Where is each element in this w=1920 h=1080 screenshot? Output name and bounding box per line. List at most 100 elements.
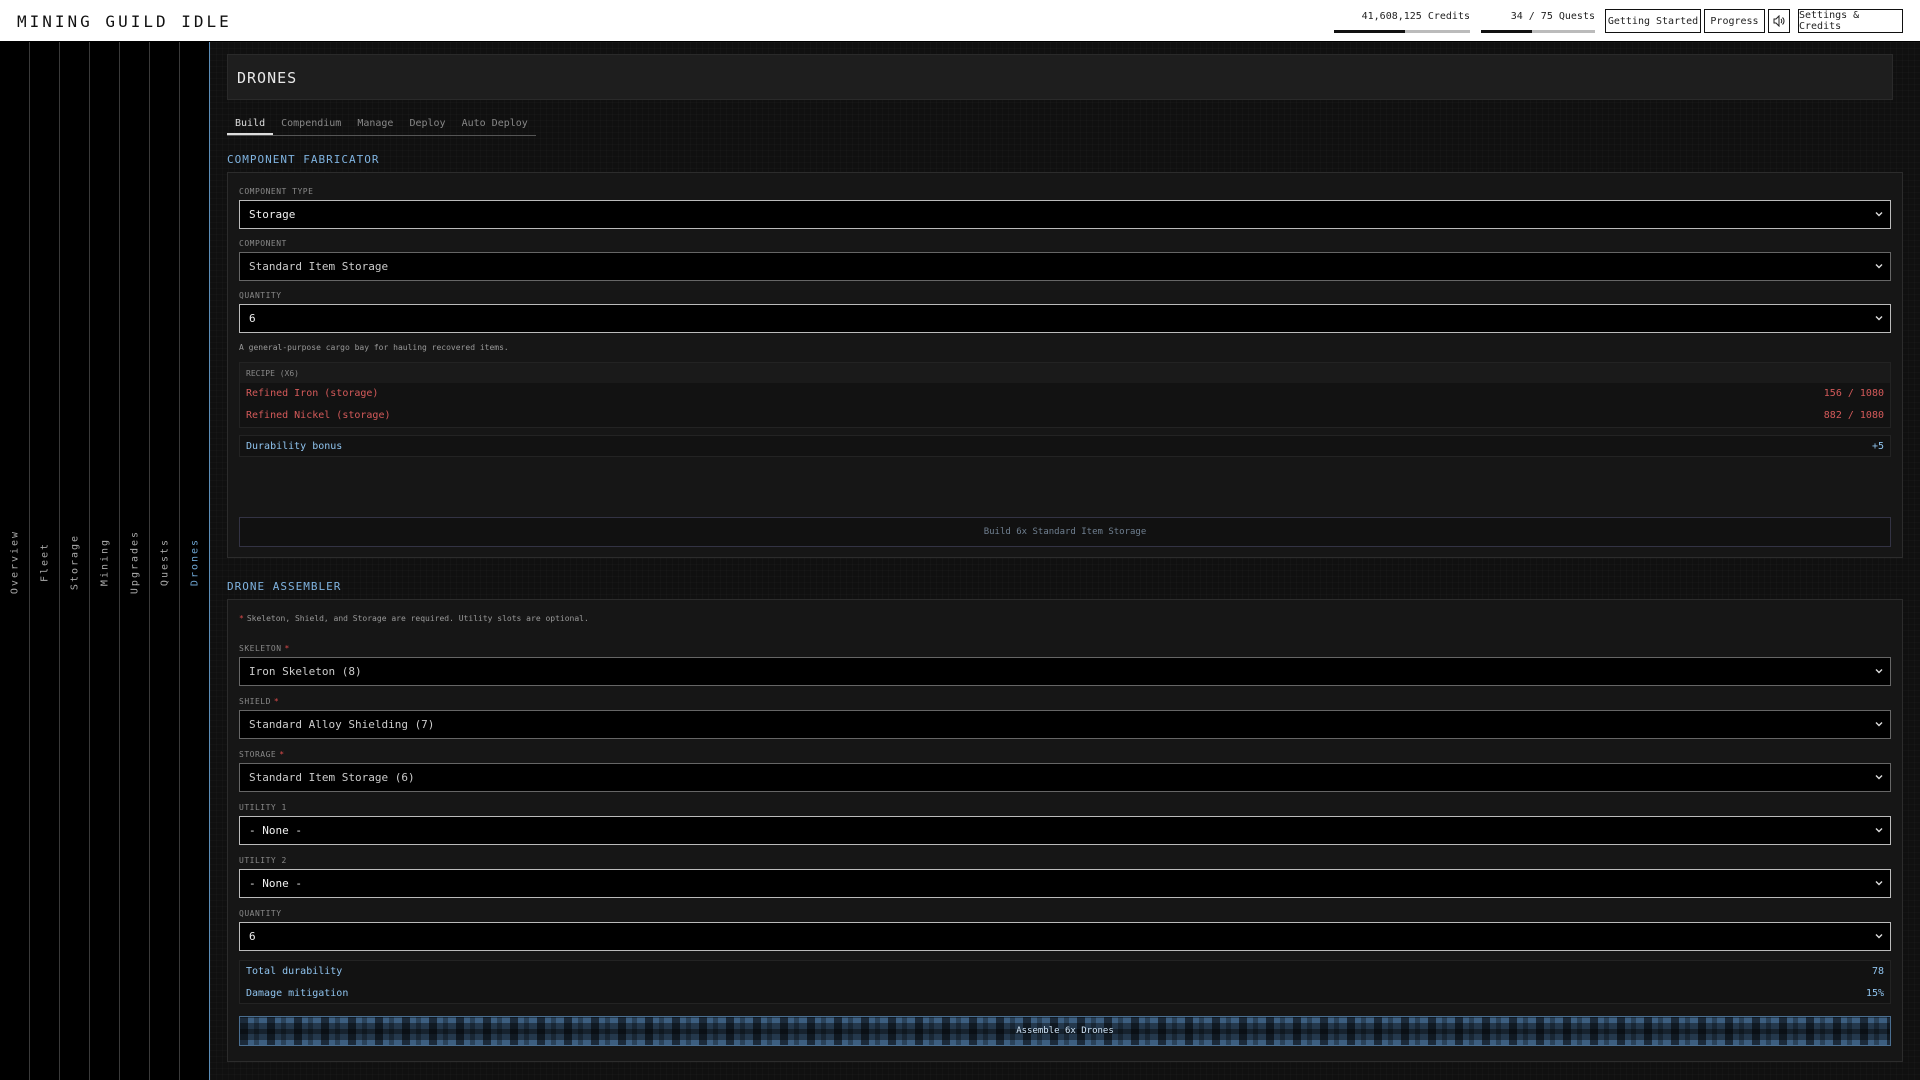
- quests-bar-fill: [1481, 30, 1533, 33]
- utility1-label: UTILITY 1: [239, 803, 287, 812]
- chevron-down-icon: [1875, 881, 1883, 886]
- sidebar-item-label: Mining: [99, 537, 110, 587]
- stat-row: Damage mitigation 15%: [240, 983, 1890, 1005]
- sidebar-item-label: Fleet: [39, 541, 50, 583]
- assemble-button[interactable]: Assemble 6x Drones: [239, 1016, 1891, 1046]
- component-select[interactable]: Standard Item Storage: [239, 252, 1891, 281]
- quantity-label: QUANTITY: [239, 291, 282, 300]
- component-type-value: Storage: [249, 208, 296, 221]
- progress-button[interactable]: Progress: [1704, 9, 1765, 33]
- settings-button[interactable]: Settings & Credits: [1798, 9, 1903, 33]
- required-note: * Skeleton, Shield, and Storage are requi…: [239, 614, 589, 623]
- stat-value: 15%: [1865, 988, 1884, 999]
- sidebar-item-storage[interactable]: Storage: [60, 42, 90, 1080]
- utility1-value: - None -: [249, 824, 302, 837]
- credits-bar-fill: [1334, 30, 1405, 33]
- skeleton-label: SKELETON *: [239, 644, 290, 653]
- chevron-down-icon: [1875, 775, 1883, 780]
- getting-started-button[interactable]: Getting Started: [1605, 9, 1701, 33]
- recipe-name: Refined Nickel (storage): [246, 410, 391, 421]
- bonus-label: Durability bonus: [246, 441, 343, 452]
- required-note-text: Skeleton, Shield, and Storage are requir…: [246, 614, 589, 623]
- chevron-down-icon: [1875, 934, 1883, 939]
- build-button[interactable]: Build 6x Standard Item Storage: [239, 517, 1891, 547]
- chevron-down-icon: [1875, 669, 1883, 674]
- sidebar-item-label: Upgrades: [129, 529, 140, 595]
- shield-value: Standard Alloy Shielding (7): [249, 718, 435, 731]
- stat-label: Damage mitigation: [246, 988, 349, 999]
- storage-select[interactable]: Standard Item Storage (6): [239, 763, 1891, 792]
- component-type-label: COMPONENT TYPE: [239, 187, 314, 196]
- tab-auto-deploy[interactable]: Auto Deploy: [454, 118, 536, 135]
- chevron-down-icon: [1875, 212, 1883, 217]
- chevron-down-icon: [1875, 722, 1883, 727]
- page-title: DRONES: [237, 69, 298, 87]
- tab-manage[interactable]: Manage: [349, 118, 401, 135]
- tab-compendium[interactable]: Compendium: [273, 118, 349, 135]
- quests-meter: 34 / 75 Quests: [1481, 11, 1595, 33]
- skeleton-value: Iron Skeleton (8): [249, 665, 362, 678]
- speaker-icon: [1773, 15, 1785, 27]
- sidebar-item-label: Overview: [9, 529, 20, 595]
- utility2-value: - None -: [249, 877, 302, 890]
- credits-text: 41,608,125 Credits: [1361, 11, 1470, 22]
- sound-button[interactable]: [1768, 9, 1790, 33]
- tab-deploy[interactable]: Deploy: [401, 118, 453, 135]
- recipe-box: RECIPE (X6) Refined Iron (storage) 156 /…: [239, 362, 1891, 428]
- recipe-row: Refined Iron (storage) 156 / 1080: [240, 383, 1890, 405]
- sidebar-item-upgrades[interactable]: Upgrades: [120, 42, 150, 1080]
- sidebar-item-mining[interactable]: Mining: [90, 42, 120, 1080]
- tab-build[interactable]: Build: [227, 118, 274, 135]
- recipe-amount: 156 / 1080: [1823, 388, 1884, 399]
- required-mark: *: [239, 614, 244, 623]
- storage-label: STORAGE *: [239, 750, 285, 759]
- chevron-down-icon: [1875, 828, 1883, 833]
- recipe-header: RECIPE (X6): [240, 363, 1890, 383]
- quests-text: 34 / 75 Quests: [1510, 11, 1595, 22]
- sidebar-item-overview[interactable]: Overview: [0, 42, 30, 1080]
- tab-bar: Build Compendium Manage Deploy Auto Depl…: [227, 118, 536, 136]
- credits-bar: [1334, 30, 1470, 33]
- page-header: DRONES: [227, 54, 1893, 100]
- quests-bar: [1481, 30, 1595, 33]
- component-value: Standard Item Storage: [249, 260, 389, 273]
- sidebar-item-label: Storage: [69, 533, 80, 591]
- stat-label: Total durability: [246, 966, 343, 977]
- component-type-select[interactable]: Storage: [239, 200, 1891, 229]
- main-content: DRONES Build Compendium Manage Deploy Au…: [210, 42, 1920, 1080]
- recipe-row: Refined Nickel (storage) 882 / 1080: [240, 405, 1890, 427]
- assembler-panel: * Skeleton, Shield, and Storage are requi…: [227, 599, 1903, 1062]
- recipe-amount: 882 / 1080: [1823, 410, 1884, 421]
- sidebar-item-fleet[interactable]: Fleet: [30, 42, 60, 1080]
- top-bar: MINING GUILD IDLE 41,608,125 Credits 34 …: [0, 0, 1920, 42]
- durability-bonus-box: Durability bonus +5: [239, 435, 1891, 457]
- shield-select[interactable]: Standard Alloy Shielding (7): [239, 710, 1891, 739]
- app-title: MINING GUILD IDLE: [17, 12, 232, 31]
- stat-value: 78: [1871, 966, 1884, 977]
- component-label: COMPONENT: [239, 239, 287, 248]
- chevron-down-icon: [1875, 264, 1883, 269]
- assembler-quantity-value: 6: [249, 930, 256, 943]
- sidebar-item-quests[interactable]: Quests: [150, 42, 180, 1080]
- utility1-select[interactable]: - None -: [239, 816, 1891, 845]
- fabricator-title: COMPONENT FABRICATOR: [227, 153, 380, 166]
- quantity-value: 6: [249, 312, 256, 325]
- fabricator-panel: COMPONENT TYPE Storage COMPONENT Standar…: [227, 172, 1903, 558]
- utility2-label: UTILITY 2: [239, 856, 287, 865]
- drone-stats-box: Total durability 78 Damage mitigation 15…: [239, 960, 1891, 1004]
- assembler-title: DRONE ASSEMBLER: [227, 580, 342, 593]
- chevron-down-icon: [1875, 316, 1883, 321]
- credits-meter: 41,608,125 Credits: [1334, 11, 1470, 33]
- sidebar-item-label: Drones: [189, 537, 200, 587]
- skeleton-select[interactable]: Iron Skeleton (8): [239, 657, 1891, 686]
- utility2-select[interactable]: - None -: [239, 869, 1891, 898]
- sidebar-item-drones[interactable]: Drones: [180, 42, 210, 1080]
- stat-row: Total durability 78: [240, 961, 1890, 983]
- sidebar-nav: Overview Fleet Storage Mining Upgrades Q…: [0, 42, 210, 1080]
- recipe-name: Refined Iron (storage): [246, 388, 379, 399]
- assembler-quantity-label: QUANTITY: [239, 909, 282, 918]
- fabricator-quantity-select[interactable]: 6: [239, 304, 1891, 333]
- component-description: A general-purpose cargo bay for hauling …: [239, 343, 509, 352]
- shield-label: SHIELD *: [239, 697, 280, 706]
- assembler-quantity-select[interactable]: 6: [239, 922, 1891, 951]
